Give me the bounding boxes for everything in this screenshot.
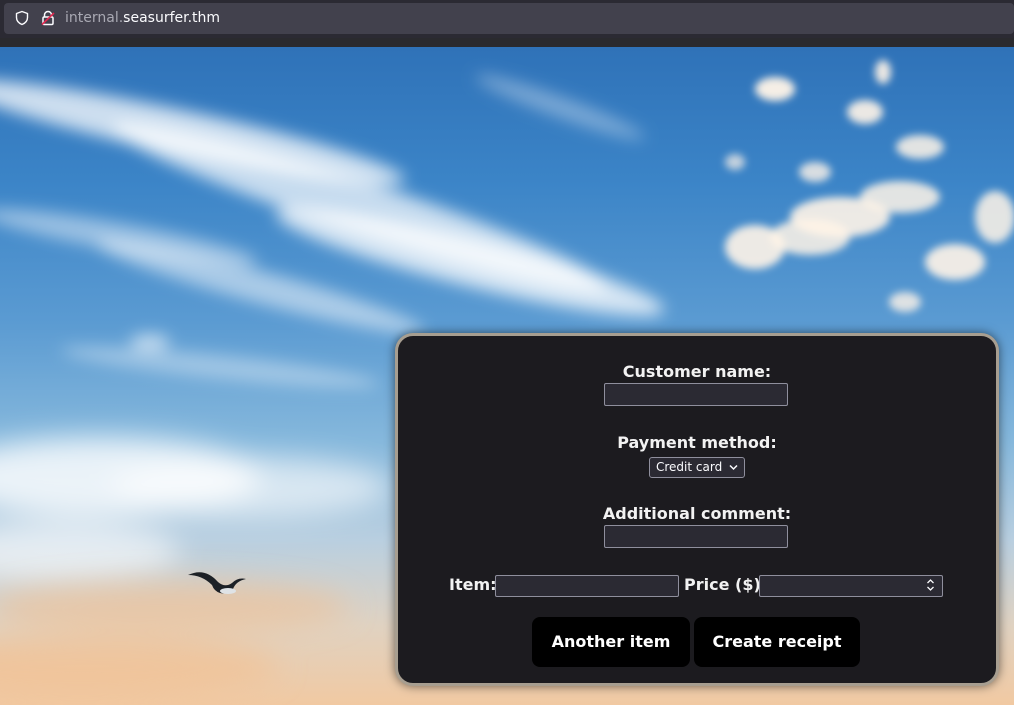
url-subdomain: internal. [65,10,124,26]
item-label: Item: [449,575,497,594]
url-text[interactable]: internal.seasurfer.thm [65,9,220,27]
lock-icon[interactable] [40,10,56,26]
shield-icon[interactable] [14,10,30,26]
url-domain: seasurfer.thm [123,10,221,26]
additional-comment-label: Additional comment: [602,504,792,523]
customer-name-input[interactable] [604,383,788,406]
customer-name-label: Customer name: [622,362,772,381]
payment-method-label: Payment method: [617,433,777,452]
another-item-button[interactable]: Another item [532,617,690,667]
page-top-strip [0,38,1014,47]
item-input[interactable] [495,575,679,597]
payment-method-value: Credit card [656,460,723,474]
additional-comment-input[interactable] [604,525,788,548]
price-label: Price ($): [684,575,768,594]
number-spinner-icon[interactable] [926,578,935,592]
receipt-form-panel: Customer name: Payment method: Credit ca… [395,333,999,686]
url-bar[interactable]: internal.seasurfer.thm [4,3,1014,34]
price-input[interactable] [759,575,943,597]
browser-toolbar: internal.seasurfer.thm [0,0,1014,39]
create-receipt-button[interactable]: Create receipt [694,617,860,667]
payment-method-select[interactable]: Credit card [649,457,745,478]
chevron-down-icon [729,464,738,471]
